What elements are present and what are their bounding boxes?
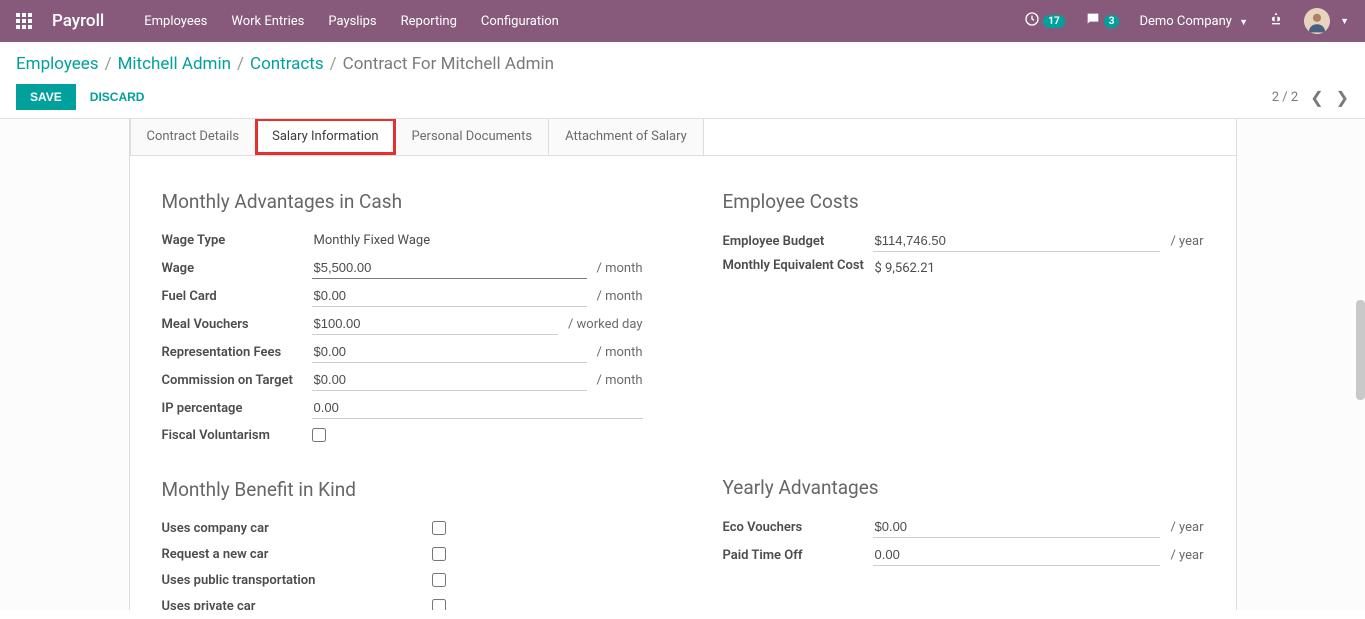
commission-suffix: / month: [597, 373, 643, 388]
section-title-cash: Monthly Advantages in Cash: [162, 190, 643, 213]
control-panel: Employees / Mitchell Admin / Contracts /…: [0, 42, 1365, 119]
pager-next[interactable]: ❯: [1336, 88, 1349, 107]
wage-label: Wage: [162, 261, 312, 276]
tab-attachment-of-salary[interactable]: Attachment of Salary: [548, 119, 704, 155]
breadcrumb: Employees / Mitchell Admin / Contracts /…: [16, 54, 1349, 74]
pto-label: Paid Time Off: [723, 548, 873, 563]
monthly-equiv-value: $ 9,562.21: [873, 258, 1204, 279]
chat-badge: 3: [1104, 15, 1120, 28]
private-car-checkbox[interactable]: [432, 599, 446, 610]
nav-configuration[interactable]: Configuration: [481, 14, 559, 29]
breadcrumb-link[interactable]: Contracts: [250, 54, 324, 74]
ip-percentage-input[interactable]: [312, 397, 643, 419]
user-menu[interactable]: ▼: [1304, 8, 1349, 34]
new-car-label: Request a new car: [162, 547, 432, 562]
breadcrumb-link[interactable]: Mitchell Admin: [118, 54, 231, 74]
activity-badge: 17: [1043, 15, 1064, 28]
fuel-card-suffix: / month: [597, 289, 643, 304]
save-button[interactable]: SAVE: [16, 84, 76, 110]
ip-percentage-label: IP percentage: [162, 401, 312, 416]
company-name: Demo Company: [1139, 14, 1231, 29]
apps-icon[interactable]: [16, 13, 32, 29]
wage-type-label: Wage Type: [162, 233, 312, 248]
eco-vouchers-input[interactable]: [873, 516, 1161, 538]
fiscal-voluntarism-label: Fiscal Voluntarism: [162, 428, 312, 443]
representation-fees-input[interactable]: [312, 341, 587, 363]
fuel-card-input[interactable]: [312, 285, 587, 307]
private-car-label: Uses private car: [162, 599, 432, 611]
section-title-costs: Employee Costs: [723, 190, 1204, 213]
pto-suffix: / year: [1170, 548, 1203, 563]
monthly-equiv-label: Monthly Equivalent Cost: [723, 258, 873, 275]
representation-fees-suffix: / month: [597, 345, 643, 360]
chat-icon: [1085, 11, 1101, 31]
company-car-label: Uses company car: [162, 521, 432, 536]
budget-input[interactable]: [873, 230, 1161, 252]
nav-employees[interactable]: Employees: [144, 14, 207, 29]
public-transport-checkbox[interactable]: [432, 573, 446, 587]
activity-indicator[interactable]: 17: [1024, 11, 1064, 31]
public-transport-label: Uses public transportation: [162, 573, 432, 588]
breadcrumb-link[interactable]: Employees: [16, 54, 99, 74]
discard-button[interactable]: DISCARD: [76, 84, 159, 110]
eco-vouchers-label: Eco Vouchers: [723, 520, 873, 535]
debug-icon[interactable]: [1268, 11, 1284, 31]
nav-payslips[interactable]: Payslips: [328, 14, 376, 29]
meal-vouchers-suffix: / worked day: [568, 317, 643, 332]
avatar: [1304, 8, 1330, 34]
meal-vouchers-label: Meal Vouchers: [162, 317, 312, 332]
eco-vouchers-suffix: / year: [1170, 520, 1203, 535]
topbar: Payroll Employees Work Entries Payslips …: [0, 0, 1365, 42]
pager-prev[interactable]: ❮: [1310, 88, 1323, 107]
section-title-yearly: Yearly Advantages: [723, 476, 1204, 499]
pager: 2 / 2 ❮ ❯: [1272, 88, 1349, 107]
chevron-down-icon: ▼: [1239, 18, 1248, 28]
pager-text: 2 / 2: [1272, 90, 1298, 105]
scrollbar-thumb[interactable]: [1356, 300, 1365, 400]
commission-label: Commission on Target: [162, 373, 312, 388]
wage-type-value[interactable]: Monthly Fixed Wage: [312, 230, 643, 251]
section-title-bik: Monthly Benefit in Kind: [162, 478, 643, 501]
pto-input[interactable]: [873, 544, 1161, 566]
commission-input[interactable]: [312, 369, 587, 391]
meal-vouchers-input[interactable]: [312, 313, 558, 335]
tab-personal-documents[interactable]: Personal Documents: [395, 119, 550, 155]
tab-salary-information[interactable]: Salary Information: [255, 119, 395, 155]
wage-suffix: / month: [597, 261, 643, 276]
budget-suffix: / year: [1170, 234, 1203, 249]
company-selector[interactable]: Demo Company ▼: [1139, 14, 1248, 29]
company-car-checkbox[interactable]: [432, 521, 446, 535]
fuel-card-label: Fuel Card: [162, 289, 312, 304]
nav-reporting[interactable]: Reporting: [401, 14, 457, 29]
clock-icon: [1024, 11, 1040, 31]
representation-fees-label: Representation Fees: [162, 345, 312, 360]
fiscal-voluntarism-checkbox[interactable]: [312, 428, 326, 442]
brand: Payroll: [52, 11, 104, 31]
new-car-checkbox[interactable]: [432, 547, 446, 561]
tabs: Contract Details Salary Information Pers…: [130, 119, 1236, 156]
wage-input[interactable]: [312, 257, 587, 279]
chevron-down-icon: ▼: [1340, 16, 1349, 27]
topnav: Employees Work Entries Payslips Reportin…: [144, 14, 559, 29]
messaging-indicator[interactable]: 3: [1085, 11, 1120, 31]
breadcrumb-current: Contract For Mitchell Admin: [343, 54, 554, 74]
tab-contract-details[interactable]: Contract Details: [130, 119, 257, 155]
nav-work-entries[interactable]: Work Entries: [231, 14, 304, 29]
budget-label: Employee Budget: [723, 234, 873, 249]
